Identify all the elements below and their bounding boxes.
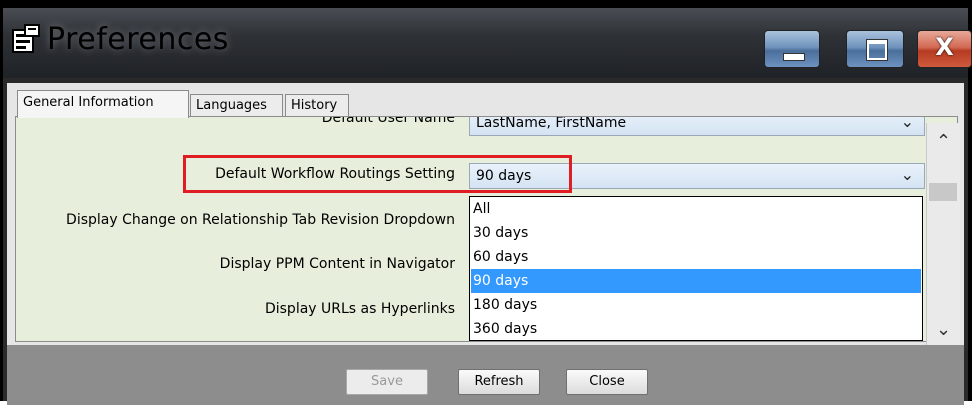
tab-history[interactable]: History: [285, 94, 349, 116]
preferences-window: Preferences X General Information Langua…: [0, 0, 972, 405]
dropdown-option[interactable]: 180 days: [471, 293, 921, 317]
save-button[interactable]: Save: [346, 369, 428, 395]
relationship-tab-label: Display Change on Relationship Tab Revis…: [66, 212, 455, 228]
dropdown-option[interactable]: 360 days: [471, 317, 921, 341]
maximize-icon: [867, 40, 887, 60]
dialog-client-area: General Information Languages History De…: [7, 83, 964, 405]
urls-hyperlinks-label: Display URLs as Hyperlinks: [264, 301, 455, 317]
dropdown-option-selected[interactable]: 90 days: [471, 269, 921, 293]
window-title: Preferences: [47, 22, 229, 57]
title-bar[interactable]: Preferences X: [3, 8, 972, 78]
minimize-button[interactable]: [764, 30, 820, 68]
vertical-scrollbar[interactable]: ⌃ ⌄: [926, 123, 960, 346]
maximize-button[interactable]: [846, 30, 904, 68]
chevron-down-icon: ⌄: [900, 116, 914, 131]
tab-languages[interactable]: Languages: [190, 94, 283, 116]
close-button[interactable]: Close: [566, 369, 648, 395]
default-user-name-value: LastName, FirstName: [476, 116, 627, 131]
preferences-icon: [12, 24, 40, 53]
dropdown-option[interactable]: 60 days: [471, 245, 921, 269]
workflow-routings-dropdown-list: All 30 days 60 days 90 days 180 days 360…: [469, 196, 923, 341]
dropdown-option[interactable]: 30 days: [471, 221, 921, 245]
close-window-button[interactable]: X: [917, 30, 972, 68]
chevron-up-icon[interactable]: ⌃: [936, 131, 951, 152]
dropdown-option[interactable]: All: [471, 197, 921, 221]
refresh-button[interactable]: Refresh: [458, 369, 540, 395]
scrollbar-thumb[interactable]: [929, 183, 957, 201]
minimize-icon: [783, 53, 805, 61]
close-icon: X: [935, 33, 954, 61]
default-user-name-label: Default User Name: [321, 116, 455, 126]
chevron-down-icon: ⌄: [900, 165, 914, 184]
tab-general-information[interactable]: General Information: [17, 90, 189, 118]
ppm-content-label: Display PPM Content in Navigator: [219, 256, 455, 272]
default-user-name-select[interactable]: LastName, FirstName ⌄: [469, 116, 925, 136]
annotation-highlight-box: [183, 155, 572, 193]
chevron-down-icon[interactable]: ⌄: [936, 319, 951, 340]
